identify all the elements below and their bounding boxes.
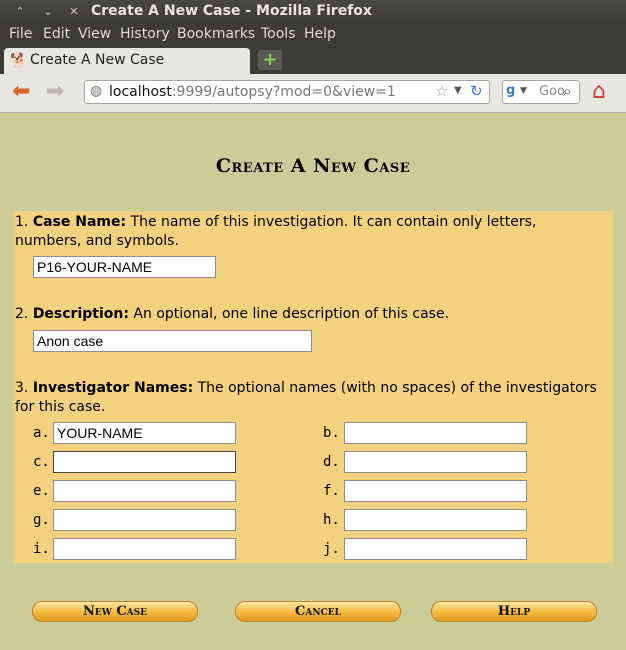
case-name-prompt: 1. Case Name: The name of this investiga… [15,213,605,251]
new-tab-plus-icon[interactable]: + [258,50,282,70]
description-input[interactable] [33,330,312,352]
url-bar[interactable]: ◍ localhost:9999/autopsy?mod=0&view=1 ☆ … [84,80,490,104]
investigators-label: Investigator Names: [32,380,194,396]
page-title: Create A New Case [215,155,411,177]
favicon-icon: 🐕 [10,53,28,69]
menu-history[interactable]: History [120,26,170,42]
description-prompt: 2. Description: An optional, one line de… [15,305,605,324]
investigator-e-label: e. [33,483,50,499]
url-host: localhost [109,84,172,100]
search-engine-dropdown-icon[interactable]: ▼ [520,86,527,96]
search-icon[interactable]: ⌕ [563,82,571,100]
menubar: File Edit View History Bookmarks Tools H… [0,24,626,46]
search-box[interactable]: g ▼ Goo ⌕ [502,80,580,104]
menu-edit[interactable]: Edit [43,26,70,42]
url-dropdown-icon[interactable]: ▼ [454,85,462,96]
forward-arrow-icon[interactable]: ➡ [46,80,64,104]
window-minimize-icon[interactable]: ⌃ [12,4,28,20]
description-label: Description: [32,306,129,322]
case-name-input[interactable] [33,256,216,278]
investigator-f-label: f. [323,483,340,499]
investigator-a-label: a. [33,425,50,441]
home-icon[interactable]: ⌂ [592,80,606,104]
investigator-b-label: b. [323,425,340,441]
menu-tools[interactable]: Tools [261,26,296,42]
description-text: An optional, one line description of thi… [128,306,450,322]
nav-toolbar: ⬅ ➡ ◍ localhost:9999/autopsy?mod=0&view=… [0,74,626,113]
window-titlebar: ⌃ ⌄ ✕ Create A New Case - Mozilla Firefo… [0,0,626,24]
window-title: Create A New Case - Mozilla Firefox [91,3,372,19]
new-case-button[interactable]: New Case [32,601,198,622]
investigator-g-input[interactable] [53,509,236,531]
investigators-number: 3. [15,380,29,396]
cancel-button[interactable]: Cancel [235,601,401,622]
reload-icon[interactable]: ↻ [470,82,483,100]
menu-help[interactable]: Help [304,26,336,42]
investigator-h-label: h. [323,512,340,528]
case-name-label: Case Name: [32,214,127,230]
investigator-g-label: g. [33,512,50,528]
investigator-f-input[interactable] [344,480,527,502]
case-name-number: 1. [15,214,29,230]
investigator-d-label: d. [323,454,340,470]
globe-icon: ◍ [90,83,103,99]
bookmark-star-icon[interactable]: ☆ [435,82,448,100]
url-path: :9999/autopsy?mod=0&view=1 [171,84,396,100]
investigator-j-input[interactable] [344,538,527,560]
investigator-a-input[interactable] [53,422,236,444]
help-button[interactable]: Help [431,601,597,622]
investigator-i-input[interactable] [53,538,236,560]
investigator-b-input[interactable] [344,422,527,444]
window-close-icon[interactable]: ✕ [66,4,82,20]
investigator-c-label: c. [33,454,50,470]
menu-bookmarks[interactable]: Bookmarks [177,26,255,42]
url-text: localhost:9999/autopsy?mod=0&view=1 [109,84,396,100]
investigator-i-label: i. [33,541,50,557]
tab-create-new-case[interactable]: 🐕 Create A New Case [4,48,250,74]
description-number: 2. [15,306,29,322]
investigators-prompt: 3. Investigator Names: The optional name… [15,379,605,417]
menu-view[interactable]: View [78,26,111,42]
back-arrow-icon[interactable]: ⬅ [12,80,30,104]
investigator-e-input[interactable] [53,480,236,502]
page-content: Create A New Case 1. Case Name: The name… [0,113,626,650]
investigator-j-label: j. [323,541,340,557]
case-form-panel: 1. Case Name: The name of this investiga… [13,211,613,563]
investigator-c-input[interactable] [53,451,236,473]
investigator-h-input[interactable] [344,509,527,531]
tabbar: 🐕 Create A New Case + [0,46,626,74]
window-maximize-icon[interactable]: ⌄ [40,4,56,20]
google-icon: g [506,83,516,98]
search-placeholder: Goo [539,84,565,99]
menu-file[interactable]: File [9,26,32,42]
tab-label: Create A New Case [30,52,165,68]
investigator-d-input[interactable] [344,451,527,473]
